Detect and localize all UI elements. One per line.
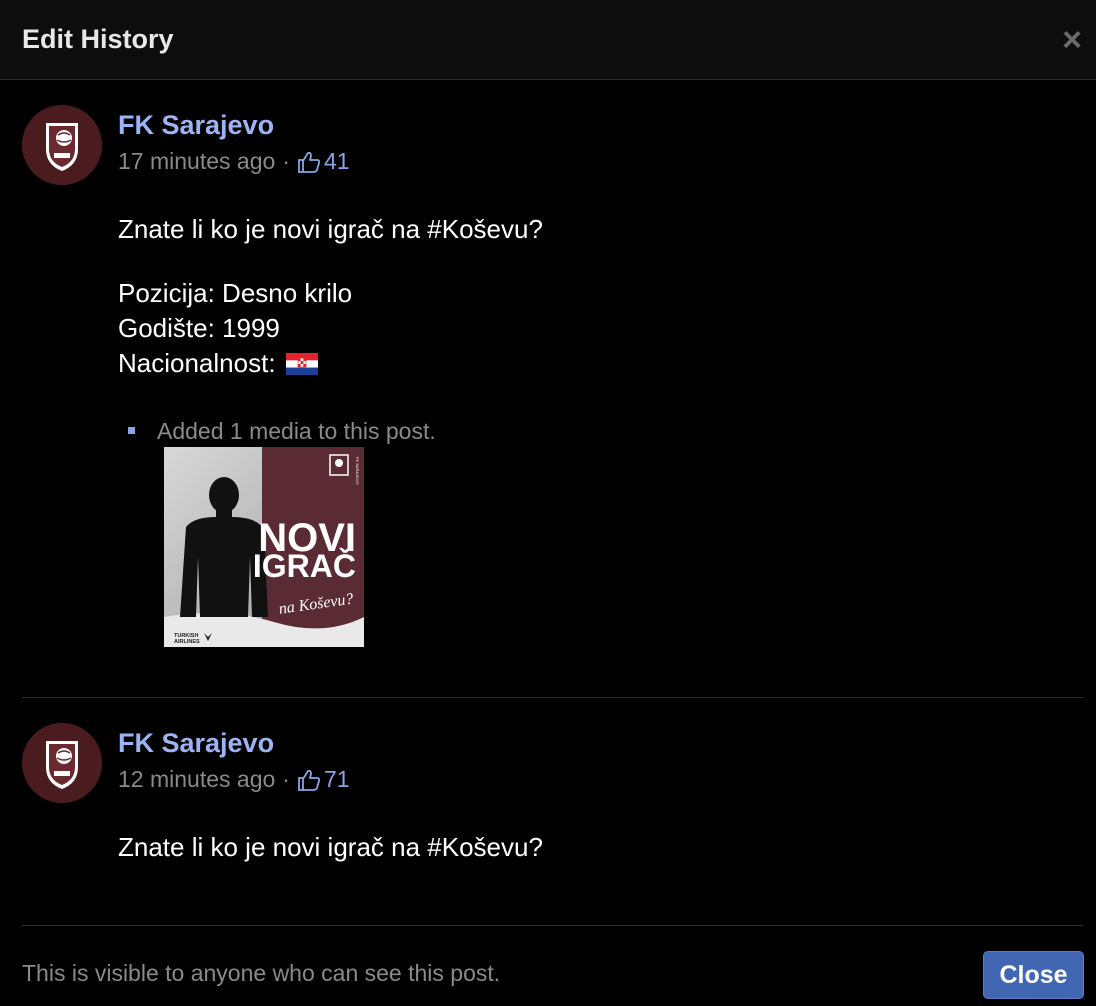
post-meta: 17 minutes ago · 41 [118, 148, 350, 175]
thumbs-up-icon [298, 769, 321, 791]
dialog-header: Edit History × [0, 0, 1096, 80]
avatar[interactable] [22, 723, 102, 803]
post-text-line: Znate li ko je novi igrač na #Koševu? [118, 214, 543, 244]
post-text-line: Nacionalnost: [118, 348, 276, 378]
author-name[interactable]: FK Sarajevo [118, 110, 274, 141]
visibility-note: This is visible to anyone who can see th… [22, 960, 501, 986]
close-icon[interactable]: × [1058, 23, 1086, 57]
close-button[interactable]: Close [983, 951, 1084, 999]
avatar[interactable] [22, 105, 102, 185]
footer-divider [22, 925, 1084, 926]
club-crest-icon [22, 105, 102, 185]
author-name[interactable]: FK Sarajevo [118, 728, 274, 759]
media-change-note: Added 1 media to this post. [128, 418, 436, 445]
svg-text:FK SARAJEVO: FK SARAJEVO [355, 457, 360, 485]
separator: · [282, 148, 290, 174]
post-meta: 12 minutes ago · 71 [118, 766, 350, 793]
post-text-line: Znate li ko je novi igrač na #Koševu? [118, 832, 543, 862]
post-text-nationality: Nacionalnost: [118, 346, 318, 381]
timestamp[interactable]: 12 minutes ago [118, 766, 275, 793]
sponsor-line-2: AIRLINES [174, 639, 200, 645]
media-image: FK SARAJEVO NOVI IGRAČ na Koševu? TURKIS… [164, 447, 364, 647]
croatia-flag-icon [285, 352, 318, 375]
media-thumbnail[interactable]: FK SARAJEVO NOVI IGRAČ na Koševu? TURKIS… [164, 447, 364, 647]
dialog-title: Edit History [22, 24, 174, 54]
club-crest-icon [22, 723, 102, 803]
media-note-text: Added 1 media to this post. [157, 418, 436, 444]
like-count[interactable]: 71 [324, 766, 350, 793]
entry-divider [22, 697, 1084, 698]
post-text-line: Pozicija: Desno krilo [118, 278, 353, 308]
separator: · [282, 766, 290, 792]
like-count[interactable]: 41 [324, 148, 350, 175]
post-text-line: Godište: 1999 [118, 313, 280, 343]
bullet-icon [128, 427, 135, 435]
timestamp[interactable]: 17 minutes ago [118, 148, 275, 175]
media-headline-2: IGRAČ [253, 548, 356, 584]
thumbs-up-icon [298, 151, 321, 173]
